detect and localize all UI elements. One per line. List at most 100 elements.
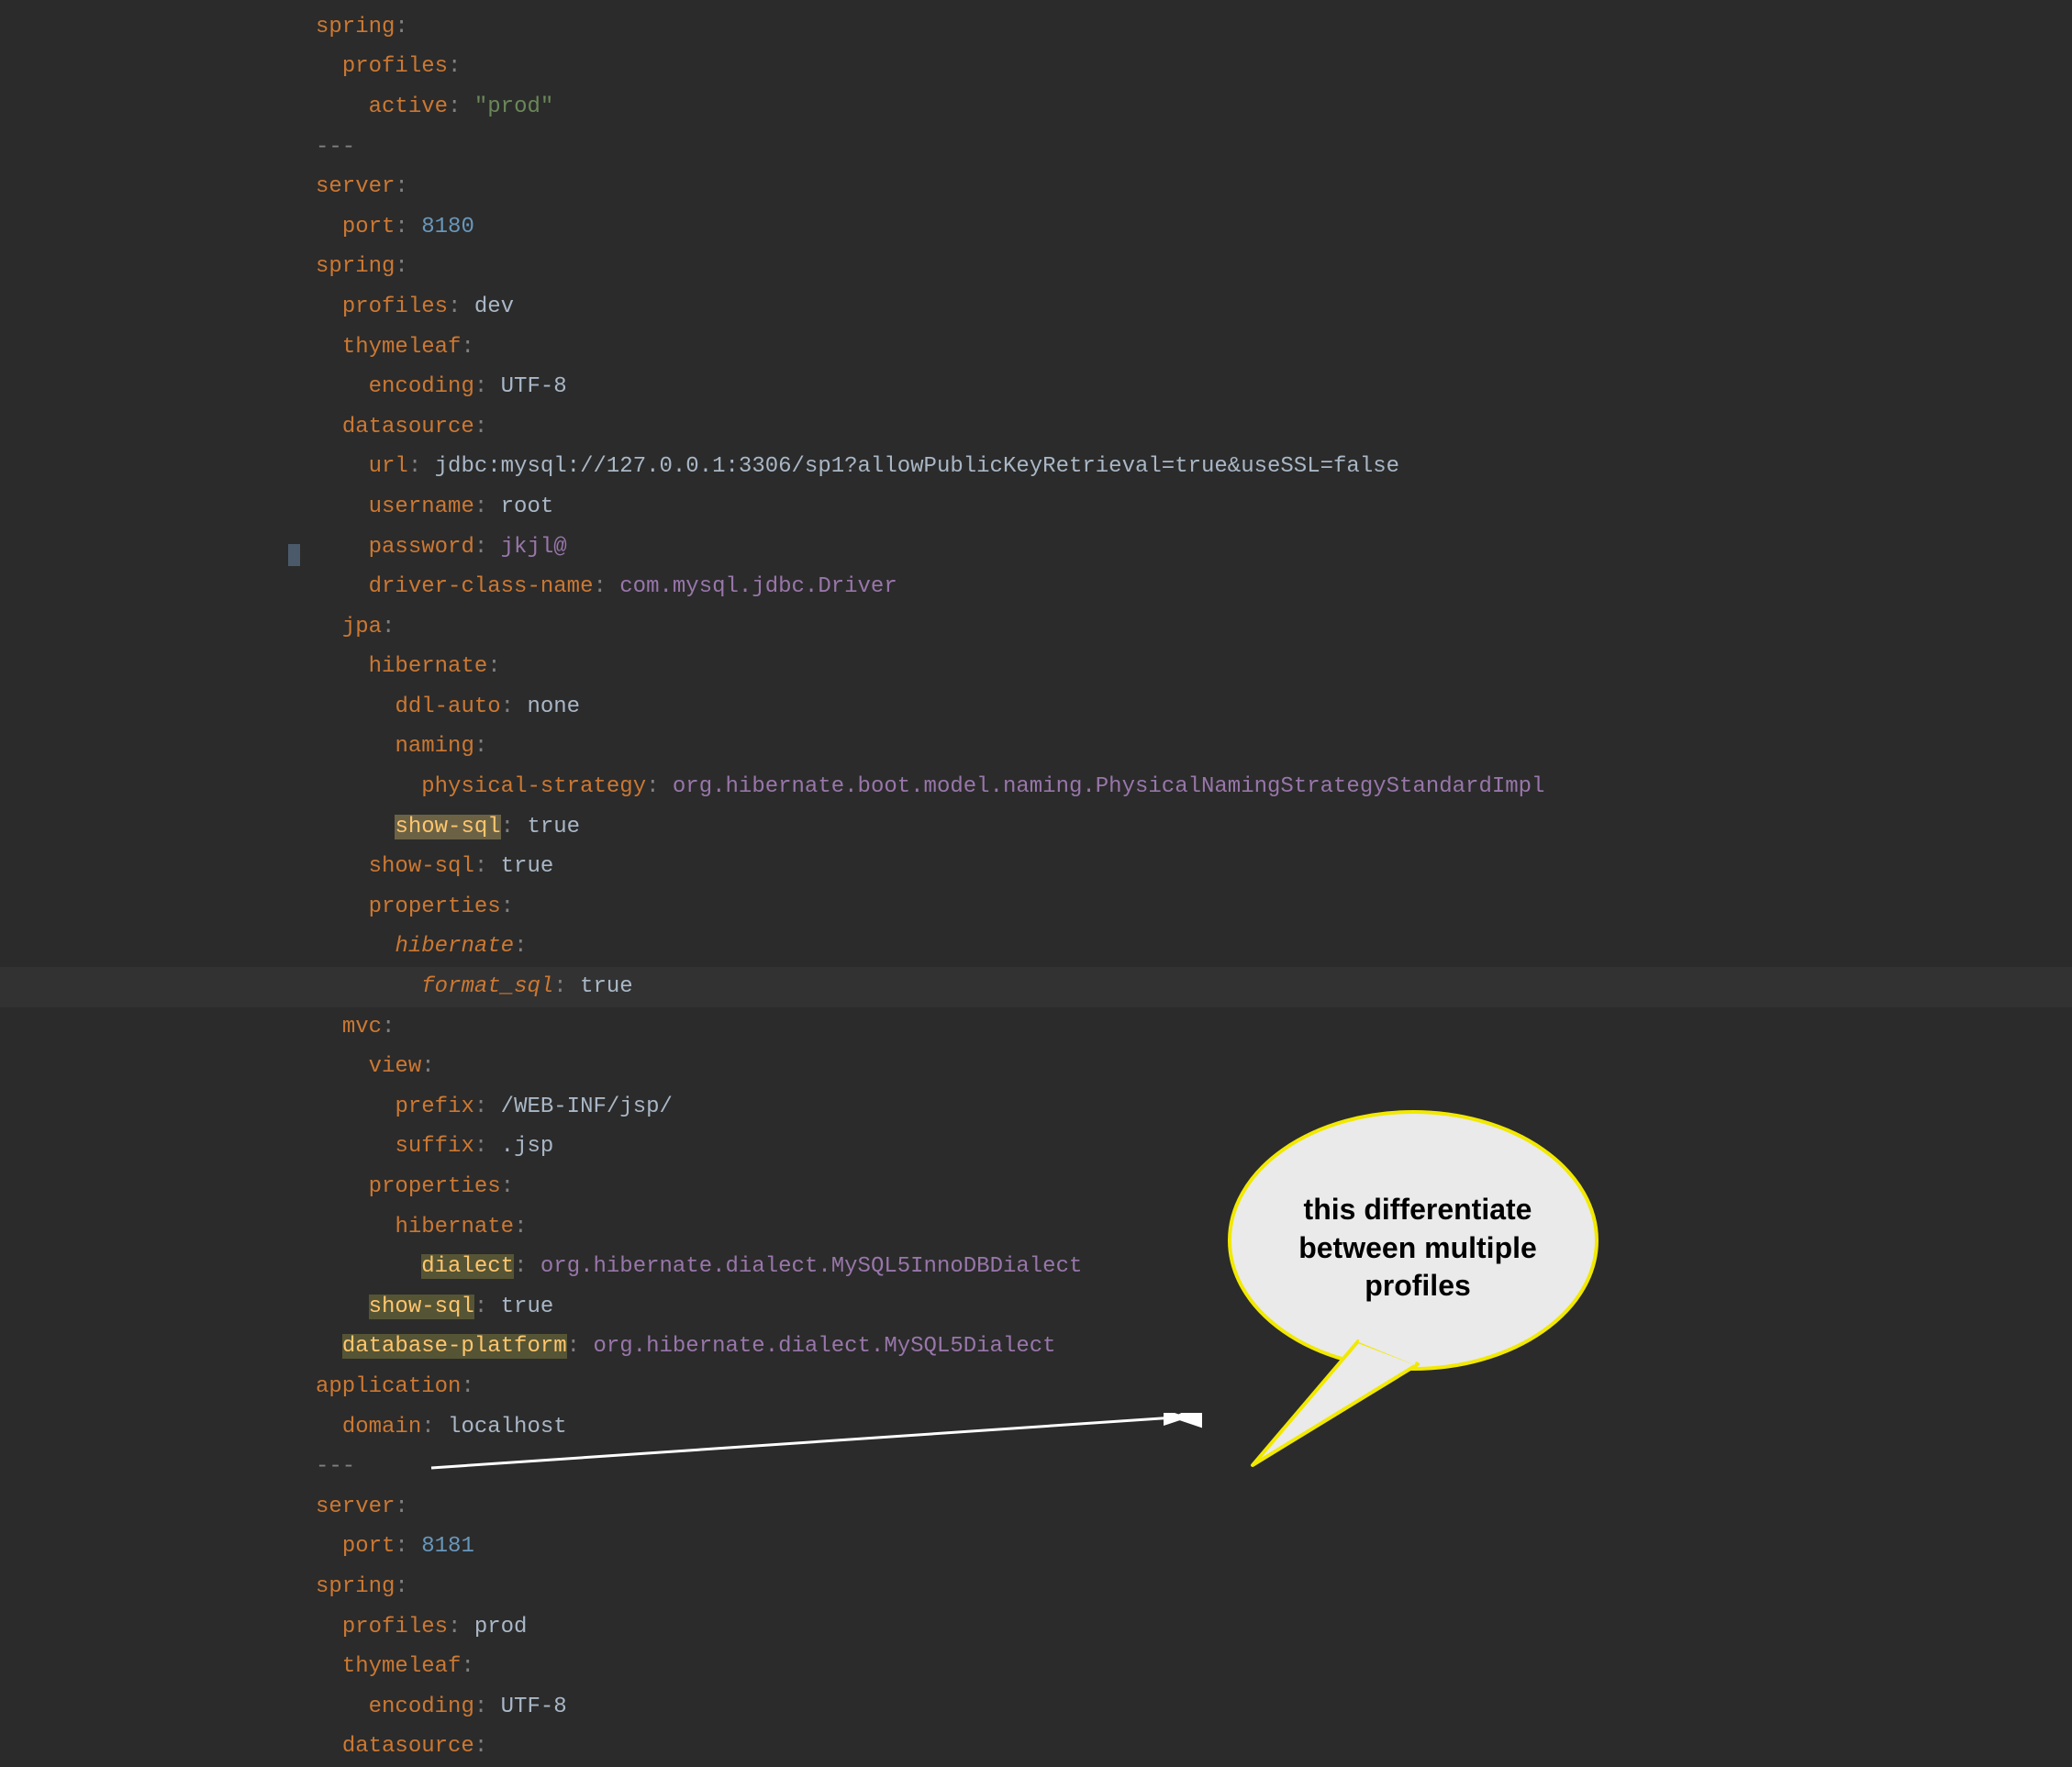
- token: :: [474, 415, 487, 439]
- code-line-content: properties:: [316, 1171, 514, 1204]
- token: :: [501, 1174, 514, 1199]
- code-line-content: username: root: [316, 491, 553, 524]
- code-line-content: physical-strategy: org.hibernate.boot.mo…: [316, 771, 1544, 804]
- code-line-content: spring:: [316, 1571, 408, 1604]
- code-line-content: show-sql: true: [316, 811, 580, 844]
- token: :: [448, 54, 461, 79]
- token: port: [342, 215, 395, 239]
- token: root: [501, 495, 554, 519]
- token: spring: [316, 254, 395, 279]
- code-line: port: 8180: [0, 207, 2072, 248]
- token: :: [593, 574, 619, 599]
- token: :: [382, 615, 395, 639]
- code-line-content: hibernate:: [316, 650, 501, 683]
- code-line: naming:: [0, 728, 2072, 768]
- code-line-content: url: jdbc:mysql://127.0.0.1:3306/sp1?all…: [316, 450, 1399, 483]
- token: :: [501, 895, 514, 919]
- code-line-content: prefix: /WEB-INF/jsp/: [316, 1091, 673, 1124]
- code-line-content: show-sql: true: [316, 1291, 553, 1324]
- token: datasource: [342, 415, 474, 439]
- code-line: hibernate:: [0, 648, 2072, 688]
- token: spring: [316, 15, 395, 39]
- token: show-sql: [369, 854, 474, 879]
- token: :: [421, 1415, 448, 1439]
- code-line: show-sql: true: [0, 847, 2072, 887]
- code-line-content: ---: [316, 131, 355, 164]
- code-line: spring:: [0, 7, 2072, 48]
- code-line: suffix: .jsp: [0, 1128, 2072, 1168]
- token: :: [514, 1215, 527, 1239]
- code-line-content: dialect: org.hibernate.dialect.MySQL5Inn…: [316, 1250, 1082, 1284]
- token: true: [580, 974, 633, 999]
- token: :: [501, 695, 528, 719]
- token: :: [461, 335, 473, 360]
- code-line-content: datasource:: [316, 411, 487, 444]
- token: ---: [316, 135, 355, 160]
- code-line: database-platform: org.hibernate.dialect…: [0, 1328, 2072, 1368]
- token: mvc: [342, 1015, 382, 1039]
- token: :: [382, 1015, 395, 1039]
- token: :: [514, 1254, 540, 1279]
- token: hibernate: [369, 654, 488, 679]
- token: view: [369, 1054, 422, 1079]
- token: true: [501, 1295, 554, 1319]
- token: :: [474, 854, 501, 879]
- code-lines: spring: profiles: active: "prod" --- serve…: [0, 7, 2072, 1767]
- code-line: password: jkjl@: [0, 528, 2072, 568]
- token: username: [369, 495, 474, 519]
- token: :: [474, 1295, 501, 1319]
- code-line-content: port: 8180: [316, 211, 474, 244]
- code-line: view:: [0, 1047, 2072, 1087]
- code-line-content: profiles:: [316, 50, 461, 83]
- token: :: [474, 1734, 487, 1759]
- code-line-content: view:: [316, 1050, 435, 1084]
- token: thymeleaf: [342, 335, 462, 360]
- token: prefix: [395, 1095, 473, 1119]
- token: thymeleaf: [342, 1654, 462, 1679]
- code-line: thymeleaf:: [0, 328, 2072, 368]
- code-line: ---: [0, 1447, 2072, 1487]
- code-line-content: profiles: prod: [316, 1611, 527, 1644]
- code-line-content: spring:: [316, 11, 408, 44]
- code-line-content: spring:: [316, 250, 408, 283]
- code-line: port: 8181: [0, 1528, 2072, 1568]
- code-line: mvc:: [0, 1007, 2072, 1048]
- token: dialect: [421, 1254, 514, 1279]
- token: :: [501, 815, 528, 839]
- token: show-sql: [369, 1295, 474, 1319]
- token: jpa: [342, 615, 382, 639]
- token: driver-class-name: [369, 574, 594, 599]
- code-line-content: port: 8181: [316, 1530, 474, 1563]
- token: hibernate: [395, 934, 514, 959]
- token: jdbc:mysql://127.0.0.1:3306/sp1?allowPub…: [435, 454, 1399, 479]
- token: application: [316, 1374, 461, 1399]
- code-line: hibernate:: [0, 1207, 2072, 1248]
- token: spring: [316, 1574, 395, 1599]
- token: physical-strategy: [421, 774, 646, 799]
- code-line: prefix: /WEB-INF/jsp/: [0, 1087, 2072, 1128]
- code-line-content: thymeleaf:: [316, 331, 474, 364]
- token: :: [395, 1495, 407, 1519]
- code-line-content: jpa:: [316, 611, 395, 644]
- code-line-content: suffix: .jsp: [316, 1130, 553, 1163]
- token: :: [395, 254, 407, 279]
- token: 8181: [421, 1534, 474, 1559]
- code-line: datasource:: [0, 1728, 2072, 1767]
- token: jkjl@: [501, 535, 567, 560]
- token: server: [316, 174, 395, 199]
- code-editor[interactable]: spring: profiles: active: "prod" --- serve…: [0, 0, 2072, 1767]
- token: :: [514, 934, 527, 959]
- token: :: [474, 495, 501, 519]
- token: properties: [369, 1174, 501, 1199]
- code-line: show-sql: true: [0, 807, 2072, 848]
- code-line: format_sql: true: [0, 967, 2072, 1007]
- code-line-content: hibernate:: [316, 1211, 527, 1244]
- token: com.mysql.jdbc.Driver: [619, 574, 897, 599]
- code-line: properties:: [0, 1167, 2072, 1207]
- code-line: active: "prod": [0, 87, 2072, 128]
- token: prod: [474, 1615, 528, 1639]
- code-line-content: active: "prod": [316, 91, 553, 124]
- token: encoding: [369, 1695, 474, 1719]
- token: datasource: [342, 1734, 474, 1759]
- token: database-platform: [342, 1334, 567, 1359]
